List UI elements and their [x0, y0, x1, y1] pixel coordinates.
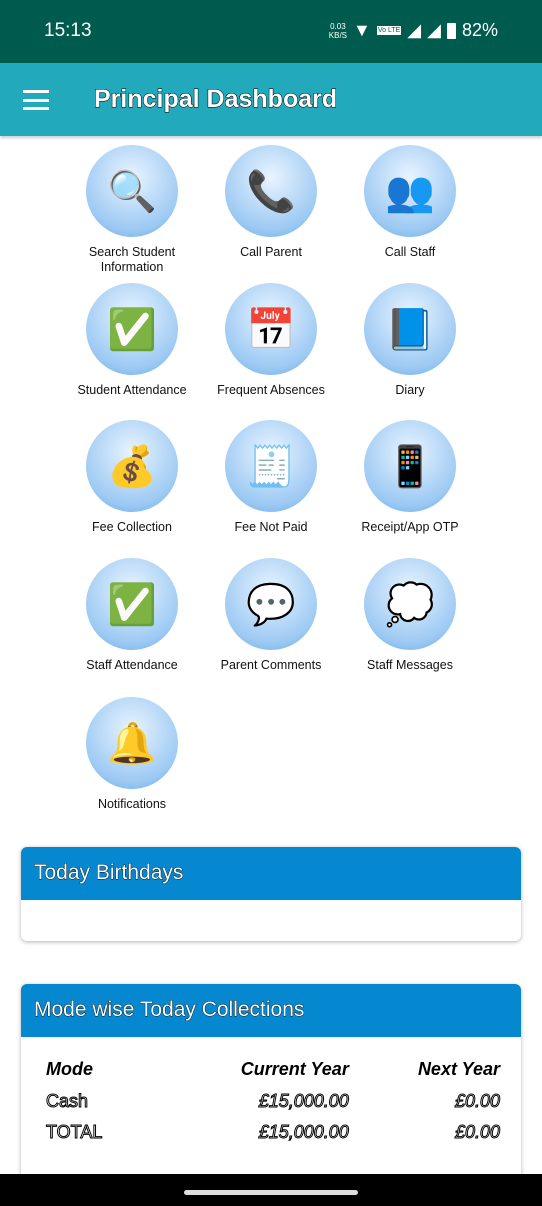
- call-staff-icon: 👥: [364, 145, 456, 237]
- tile-fee-not-paid[interactable]: 🧾 Fee Not Paid: [201, 420, 341, 535]
- tile-frequent-absences[interactable]: 📅 Frequent Absences: [201, 283, 341, 398]
- card-title: Today Birthdays: [21, 847, 521, 900]
- fee-not-paid-icon: 🧾: [225, 420, 317, 512]
- bell-icon: 🔔: [86, 697, 178, 789]
- table-row: TOTAL £15,000.00 £0.00: [46, 1122, 501, 1143]
- tile-label: Frequent Absences: [217, 383, 325, 397]
- tile-parent-comments[interactable]: 💬 Parent Comments: [201, 558, 341, 673]
- tile-search-student-information[interactable]: 🔍 Search Student Information: [62, 145, 202, 275]
- tile-staff-attendance[interactable]: ✅ Staff Attendance: [62, 558, 202, 673]
- signal-icon: ◢: [427, 20, 441, 40]
- staff-attendance-icon: ✅: [86, 558, 178, 650]
- tile-label: Student Attendance: [77, 383, 187, 397]
- collections-table: Mode Current Year Next Year Cash £15,000.00…: [46, 1055, 501, 1148]
- battery-icon: [446, 22, 456, 39]
- page-title: Principal Dashboard: [93, 85, 338, 114]
- tile-label: Fee Collection: [92, 520, 172, 534]
- student-attendance-icon: ✅: [86, 283, 178, 375]
- call-parent-icon: 📞: [225, 145, 317, 237]
- tile-label: Parent Comments: [220, 658, 322, 672]
- tile-label: Diary: [395, 383, 425, 397]
- tile-student-attendance[interactable]: ✅ Student Attendance: [62, 283, 202, 398]
- tile-label: Search Student Information: [88, 245, 176, 274]
- parent-comments-icon: 💬: [225, 558, 317, 650]
- search-student-icon: 🔍: [86, 145, 178, 237]
- navigation-bar: [0, 1174, 542, 1206]
- table-row: Cash £15,000.00 £0.00: [46, 1091, 501, 1112]
- tile-notifications[interactable]: 🔔 Notifications: [62, 697, 202, 812]
- tile-label: Notifications: [97, 797, 167, 811]
- app-bar: Principal Dashboard: [0, 63, 542, 136]
- tile-call-parent[interactable]: 📞 Call Parent: [201, 145, 341, 260]
- tile-label: Fee Not Paid: [234, 520, 308, 534]
- collections-card: Mode wise Today Collections Mode Current …: [21, 984, 521, 1204]
- fee-collection-icon: 💰: [86, 420, 178, 512]
- status-bar: 15:13 0.03 KB/S ▼ Vo LTE ◢ ◢ 82%: [0, 0, 542, 63]
- volte-icon: Vo LTE: [376, 26, 402, 35]
- wifi-icon: ▼: [353, 20, 371, 40]
- tile-label: Call Parent: [240, 245, 302, 259]
- hamburger-menu-icon[interactable]: [23, 90, 49, 110]
- diary-icon: 📘: [364, 283, 456, 375]
- net-speed: 0.03 KB/S: [328, 21, 347, 40]
- tile-label: Receipt/App OTP: [361, 520, 459, 534]
- status-time: 15:13: [44, 20, 92, 41]
- tile-call-staff[interactable]: 👥 Call Staff: [340, 145, 480, 260]
- otp-phone-icon: 📱: [364, 420, 456, 512]
- frequent-absences-icon: 📅: [225, 283, 317, 375]
- tile-label: Call Staff: [384, 245, 436, 259]
- tile-diary[interactable]: 📘 Diary: [340, 283, 480, 398]
- tile-receipt-app-otp[interactable]: 📱 Receipt/App OTP: [340, 420, 480, 535]
- tile-label: Staff Attendance: [86, 658, 178, 672]
- battery-level: 82%: [461, 20, 498, 40]
- staff-messages-icon: 💭: [364, 558, 456, 650]
- tile-fee-collection[interactable]: 💰 Fee Collection: [62, 420, 202, 535]
- today-birthdays-card: Today Birthdays: [21, 847, 521, 941]
- signal-icon: ◢: [407, 20, 422, 40]
- home-gesture-handle[interactable]: [184, 1190, 358, 1195]
- tile-staff-messages[interactable]: 💭 Staff Messages: [340, 558, 480, 673]
- tile-label: Staff Messages: [367, 658, 453, 672]
- card-title: Mode wise Today Collections: [21, 984, 521, 1037]
